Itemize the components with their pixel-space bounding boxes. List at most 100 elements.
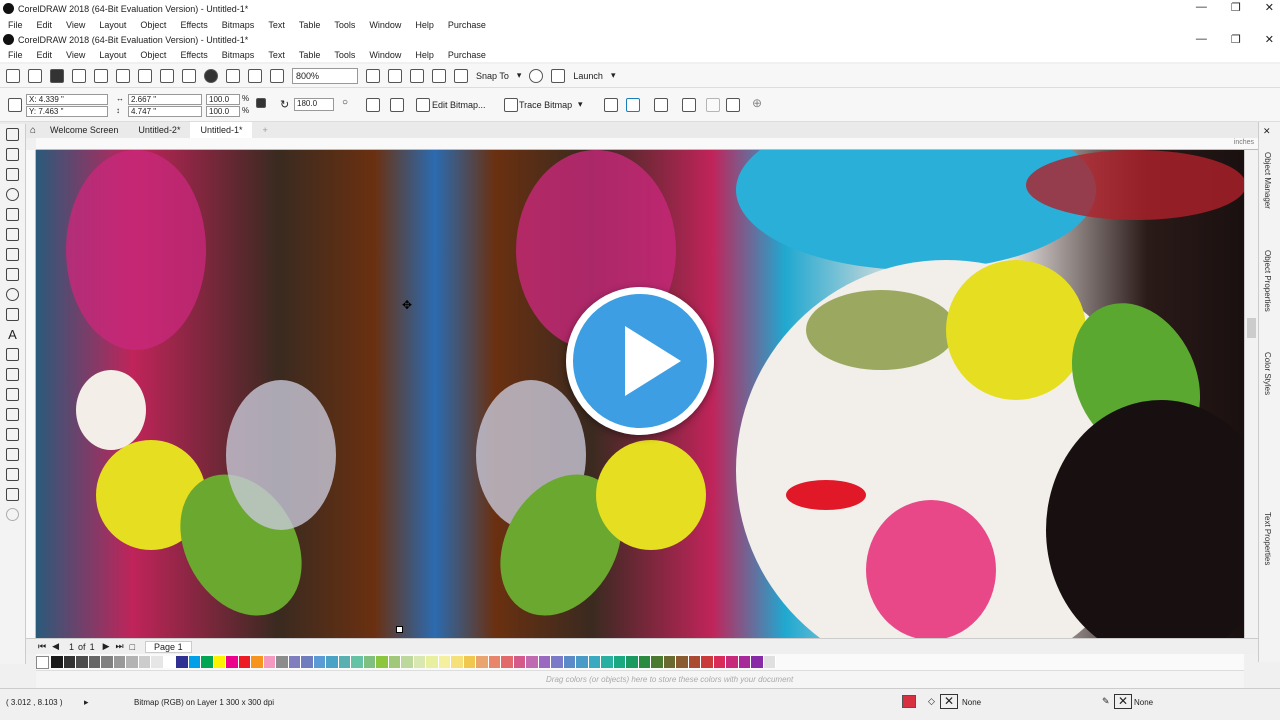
palette-swatch[interactable] bbox=[288, 656, 301, 668]
palette-swatch[interactable] bbox=[126, 656, 139, 668]
palette-swatch[interactable] bbox=[601, 656, 614, 668]
show-guidelines-icon[interactable] bbox=[432, 68, 446, 83]
open-icon[interactable] bbox=[28, 68, 42, 83]
palette-swatch[interactable] bbox=[326, 656, 339, 668]
parallel-dimension-tool-icon[interactable] bbox=[6, 348, 19, 361]
text-tool-icon[interactable]: A bbox=[6, 328, 19, 341]
palette-swatch[interactable] bbox=[413, 656, 426, 668]
add-icon[interactable]: ⊕ bbox=[752, 96, 762, 110]
palette-swatch[interactable] bbox=[388, 656, 401, 668]
palette-swatch[interactable] bbox=[613, 656, 626, 668]
menu-bitmaps[interactable]: Bitmaps bbox=[222, 20, 255, 30]
close-icon[interactable]: ✕ bbox=[1265, 33, 1274, 46]
palette-swatch[interactable] bbox=[676, 656, 689, 668]
palette-swatch[interactable] bbox=[376, 656, 389, 668]
y-position-field[interactable]: Y: 7.463 " bbox=[26, 106, 108, 117]
palette-swatch[interactable] bbox=[538, 656, 551, 668]
palette-swatch[interactable] bbox=[263, 656, 276, 668]
palette-swatch[interactable] bbox=[726, 656, 739, 668]
menu-help[interactable]: Help bbox=[415, 50, 434, 60]
menu-layout[interactable]: Layout bbox=[99, 50, 126, 60]
docker-object-manager[interactable]: Object Manager bbox=[1263, 152, 1272, 209]
smart-fill-tool-icon[interactable] bbox=[6, 468, 19, 481]
palette-swatch[interactable] bbox=[688, 656, 701, 668]
palette-swatch[interactable] bbox=[88, 656, 101, 668]
export-icon[interactable] bbox=[248, 68, 262, 83]
menu-file[interactable]: File bbox=[8, 20, 23, 30]
shape-tool-icon[interactable] bbox=[6, 148, 19, 161]
next-page-icon[interactable]: ▶ bbox=[103, 641, 110, 652]
palette-swatch[interactable] bbox=[663, 656, 676, 668]
menu-purchase[interactable]: Purchase bbox=[448, 20, 486, 30]
arrange-icon[interactable] bbox=[726, 98, 740, 112]
search-content-icon[interactable] bbox=[204, 68, 218, 83]
palette-swatch[interactable] bbox=[476, 656, 489, 668]
scroll-thumb[interactable] bbox=[1247, 318, 1256, 338]
add-page-icon[interactable]: □ bbox=[130, 642, 135, 652]
palette-swatch[interactable] bbox=[63, 656, 76, 668]
menu-view[interactable]: View bbox=[66, 20, 85, 30]
mirror-vertical-icon[interactable] bbox=[390, 98, 404, 112]
palette-swatch[interactable] bbox=[551, 656, 564, 668]
edit-bitmap-icon[interactable] bbox=[416, 98, 430, 112]
page-tab[interactable]: Page 1 bbox=[145, 640, 192, 653]
chevron-down-icon[interactable]: ▾ bbox=[611, 70, 616, 81]
menu-help[interactable]: Help bbox=[415, 20, 434, 30]
menu-table[interactable]: Table bbox=[299, 50, 321, 60]
palette-swatch[interactable] bbox=[76, 656, 89, 668]
outline-none-swatch[interactable]: ✕ bbox=[1114, 694, 1132, 709]
no-color-swatch[interactable] bbox=[36, 655, 49, 669]
palette-swatch[interactable] bbox=[588, 656, 601, 668]
menu-purchase[interactable]: Purchase bbox=[448, 50, 486, 60]
vertical-ruler[interactable] bbox=[26, 150, 36, 638]
cut-icon[interactable] bbox=[94, 68, 108, 83]
lock-ratio-icon[interactable] bbox=[256, 98, 266, 108]
menu-object[interactable]: Object bbox=[140, 20, 166, 30]
palette-swatch[interactable] bbox=[113, 656, 126, 668]
menu-window[interactable]: Window bbox=[369, 50, 401, 60]
first-page-icon[interactable]: ⏮ bbox=[38, 641, 46, 652]
launch-icon[interactable] bbox=[551, 68, 566, 83]
menu-file[interactable]: File bbox=[8, 50, 23, 60]
selection-handle[interactable] bbox=[396, 626, 403, 633]
palette-swatch[interactable] bbox=[351, 656, 364, 668]
color-eyedropper-tool-icon[interactable] bbox=[6, 408, 19, 421]
artistic-media-tool-icon[interactable] bbox=[6, 248, 19, 261]
new-tab-icon[interactable]: + bbox=[252, 122, 277, 138]
palette-swatch[interactable] bbox=[51, 656, 64, 668]
x-position-field[interactable]: X: 4.339 " bbox=[26, 94, 108, 105]
palette-swatch[interactable] bbox=[563, 656, 576, 668]
palette-swatch[interactable] bbox=[713, 656, 726, 668]
palette-swatch[interactable] bbox=[501, 656, 514, 668]
status-arrow-icon[interactable]: ▸ bbox=[84, 697, 89, 708]
palette-swatch[interactable] bbox=[226, 656, 239, 668]
freehand-tool-icon[interactable] bbox=[6, 228, 19, 241]
zoom-level-select[interactable]: 800% bbox=[292, 67, 358, 84]
menu-text[interactable]: Text bbox=[268, 20, 285, 30]
palette-swatch[interactable] bbox=[463, 656, 476, 668]
palette-swatch[interactable] bbox=[738, 656, 751, 668]
scale-y-field[interactable]: 100.0 bbox=[206, 106, 240, 117]
previous-page-icon[interactable]: ◀ bbox=[52, 641, 59, 652]
palette-swatch[interactable] bbox=[763, 656, 776, 668]
redo-icon[interactable] bbox=[182, 68, 196, 83]
palette-swatch[interactable] bbox=[176, 656, 189, 668]
close-icon[interactable]: ✕ bbox=[1265, 1, 1274, 14]
palette-swatch[interactable] bbox=[363, 656, 376, 668]
palette-swatch[interactable] bbox=[488, 656, 501, 668]
options-gear-icon[interactable] bbox=[529, 68, 544, 83]
palette-swatch[interactable] bbox=[426, 656, 439, 668]
last-page-icon[interactable]: ⏭ bbox=[116, 641, 124, 652]
rectangle-tool-icon[interactable] bbox=[6, 268, 19, 281]
menu-text[interactable]: Text bbox=[268, 50, 285, 60]
menu-table[interactable]: Table bbox=[299, 20, 321, 30]
menu-tools[interactable]: Tools bbox=[334, 20, 355, 30]
paste-icon[interactable] bbox=[138, 68, 152, 83]
show-grid-icon[interactable] bbox=[410, 68, 424, 83]
play-button[interactable] bbox=[566, 287, 714, 435]
ellipse-tool-icon[interactable] bbox=[6, 288, 19, 301]
vertical-scrollbar[interactable] bbox=[1244, 150, 1258, 638]
palette-swatch[interactable] bbox=[513, 656, 526, 668]
width-field[interactable]: 2.667 " bbox=[128, 94, 202, 105]
palette-swatch[interactable] bbox=[701, 656, 714, 668]
